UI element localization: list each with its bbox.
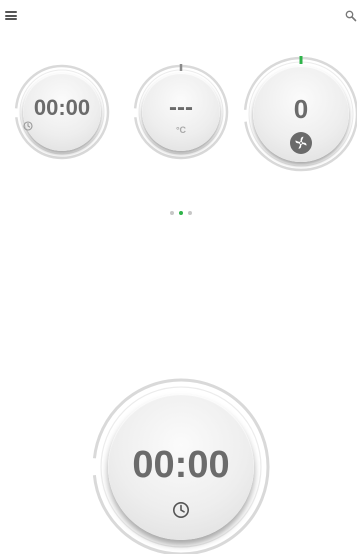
fan-icon bbox=[290, 132, 312, 154]
timer-knob[interactable]: 00:00 bbox=[23, 73, 101, 151]
page-dot-3[interactable] bbox=[188, 211, 192, 215]
fan-knob[interactable]: 0 bbox=[253, 66, 349, 162]
temperature-dial[interactable]: --- °C bbox=[133, 64, 229, 160]
clock-icon bbox=[172, 501, 190, 519]
fan-dial[interactable]: 0 bbox=[243, 56, 357, 172]
fan-value: 0 bbox=[293, 94, 309, 124]
page-dot-2[interactable] bbox=[179, 211, 183, 215]
temperature-unit: °C bbox=[175, 125, 187, 135]
timer-value: 00:00 bbox=[33, 95, 91, 120]
top-bar bbox=[0, 0, 357, 30]
main-timer-value: 00:00 bbox=[132, 444, 230, 486]
main-timer-knob[interactable]: 00:00 bbox=[108, 394, 254, 540]
search-icon[interactable] bbox=[345, 9, 357, 22]
page-indicator bbox=[170, 211, 194, 217]
timer-dial[interactable]: 00:00 bbox=[14, 64, 110, 160]
temperature-value: --- bbox=[169, 94, 193, 121]
temperature-knob[interactable]: --- °C bbox=[142, 73, 220, 151]
page-dot-1[interactable] bbox=[170, 211, 174, 215]
hamburger-menu-icon[interactable] bbox=[5, 11, 17, 20]
main-timer-dial[interactable]: 00:00 bbox=[92, 376, 270, 554]
